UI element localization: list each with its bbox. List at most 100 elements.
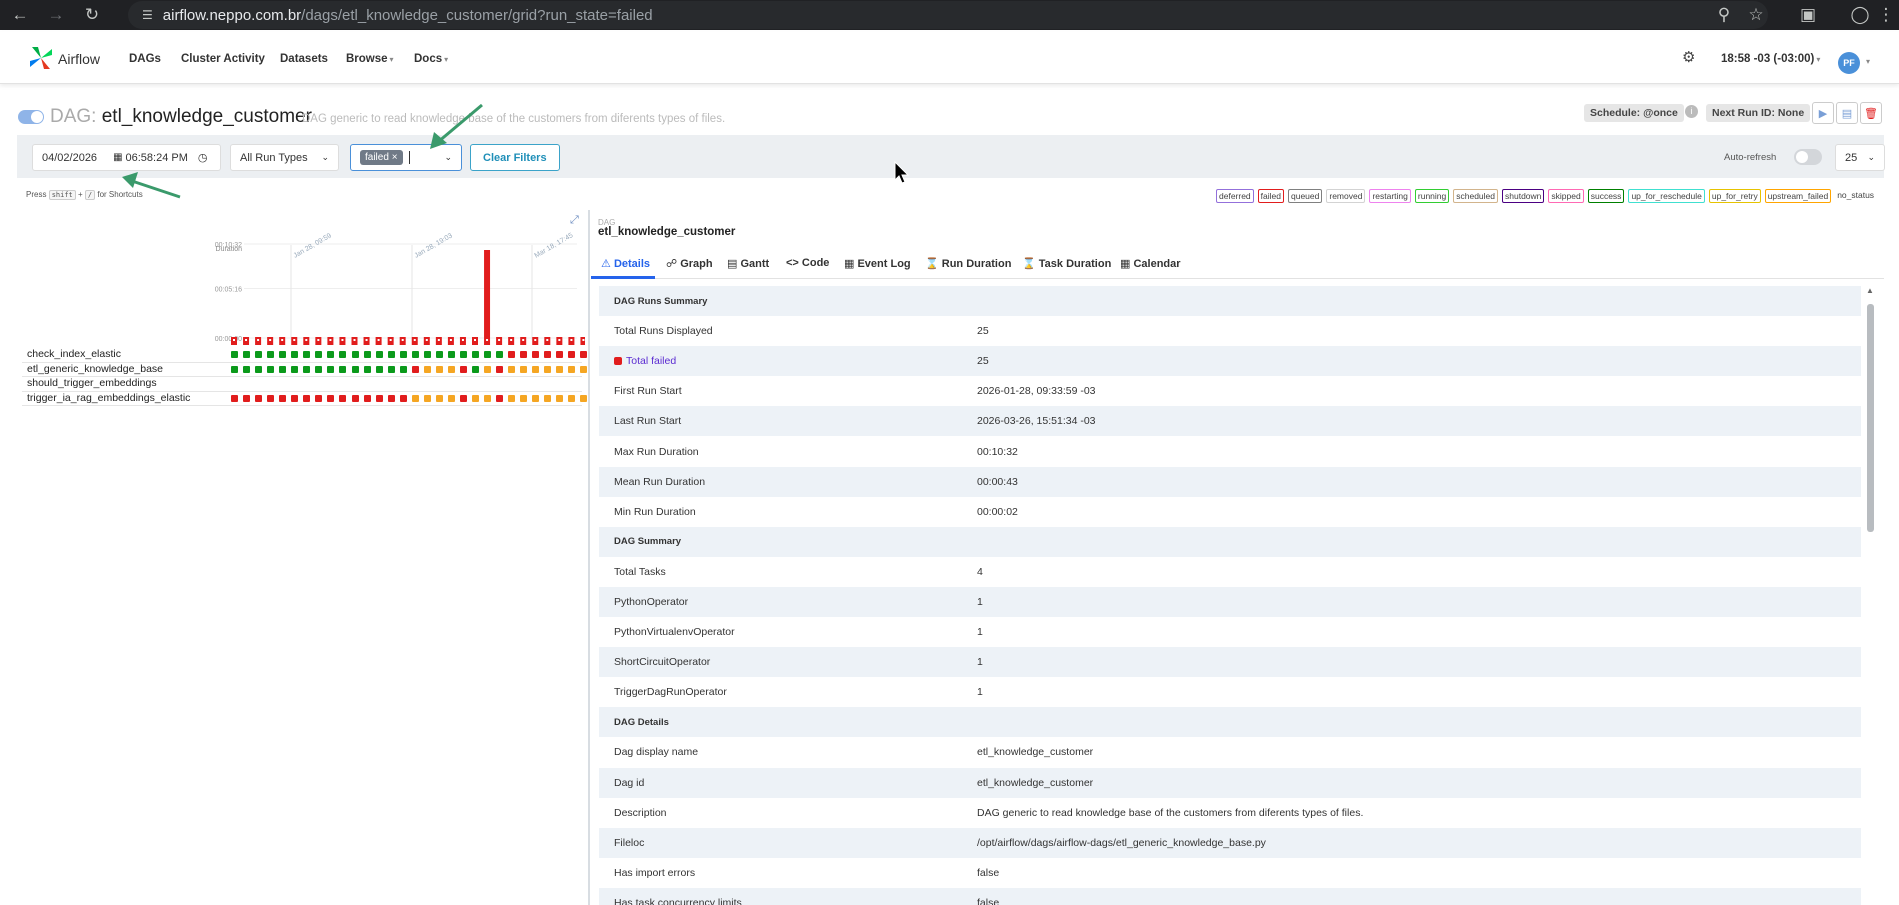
chevron-down-icon[interactable]: ▾ [1866,57,1870,66]
task-instance-upstream-failed[interactable] [423,365,431,373]
task-instance-upstream-failed[interactable] [532,365,540,373]
legend-failed[interactable]: failed [1257,189,1284,203]
task-instance-success[interactable] [231,351,238,358]
task-instance-success[interactable] [363,365,371,373]
menu-kebab-icon[interactable]: ⋮ [1872,1,1899,29]
task-instance-failed[interactable] [303,394,311,402]
task-instance-failed[interactable] [255,394,263,402]
task-instance-failed[interactable] [580,351,588,358]
calendar-icon[interactable]: ▦ [113,152,122,163]
avatar[interactable]: PF [1838,52,1860,74]
task-instance-upstream-failed[interactable] [568,365,576,373]
task-instance-success[interactable] [267,365,275,373]
task-instance-success[interactable] [375,365,383,373]
legend-up-for-retry[interactable]: up_for_retry [1708,189,1761,203]
task-instance-failed[interactable] [231,394,238,402]
task-instance-upstream-failed[interactable] [556,394,564,402]
task-instance-success[interactable] [339,351,347,358]
task-instance-upstream-failed[interactable] [532,394,540,402]
task-instance-success[interactable] [255,365,263,373]
task-instance-upstream-failed[interactable] [568,394,576,402]
tab-graph[interactable]: ☍ Graph [666,257,713,270]
task-instance-success[interactable] [387,365,395,373]
site-info-icon[interactable]: ☰ [142,8,153,22]
task-instance-success[interactable] [327,365,335,373]
nav-docs[interactable]: Docs ▾ [414,53,448,65]
scroll-up-icon[interactable]: ▲ [1866,286,1874,295]
panel-divider[interactable] [588,210,590,905]
task-instance-failed[interactable] [267,394,275,402]
legend-skipped[interactable]: skipped [1548,189,1584,203]
task-instance-failed[interactable] [508,351,516,358]
task-instance-success[interactable] [472,351,479,358]
delete-dag-button[interactable]: 🗑 [1860,102,1882,124]
task-instance-upstream-failed[interactable] [544,365,552,373]
task-instance-failed[interactable] [315,394,323,402]
task-instance-success[interactable] [279,351,287,358]
nav-browse[interactable]: Browse ▾ [346,53,394,65]
task-instance-success[interactable] [327,351,335,358]
legend-up-for-reschedule[interactable]: up_for_reschedule [1628,189,1705,203]
tab-run-duration[interactable]: ⌛ Run Duration [925,257,1011,270]
extensions-icon[interactable]: ▣ [1794,1,1822,29]
tab-gantt[interactable]: ▤ Gantt [727,257,769,270]
task-instance-upstream-failed[interactable] [580,365,588,373]
task-instance-success[interactable] [496,351,504,358]
task-instance-upstream-failed[interactable] [484,394,492,402]
task-instance-success[interactable] [375,351,383,358]
task-instance-success[interactable] [303,365,311,373]
task-instance-failed[interactable] [411,365,419,373]
state-chip[interactable]: failed × [360,150,403,165]
task-instance-success[interactable] [303,351,311,358]
task-instance-success[interactable] [243,351,251,358]
legend-removed[interactable]: removed [1326,189,1366,203]
info-icon[interactable]: i [1685,105,1698,118]
legend-success[interactable]: success [1587,189,1625,203]
clear-filters-button[interactable]: Clear Filters [470,144,560,171]
task-instance-upstream-failed[interactable] [508,365,516,373]
legend-running[interactable]: running [1414,189,1450,203]
scroll-thumb[interactable] [1867,304,1874,532]
legend-deferred[interactable]: deferred [1216,189,1254,203]
tab-code[interactable]: <> Code [786,257,829,269]
nav-dags[interactable]: DAGs [129,53,161,65]
task-instance-upstream-failed[interactable] [447,394,455,402]
task-instance-upstream-failed[interactable] [520,365,528,373]
task-instance-upstream-failed[interactable] [556,365,564,373]
tab-event-log[interactable]: ▦ Event Log [844,257,911,270]
close-icon[interactable]: × [392,152,398,163]
zoom-icon[interactable]: ⚲ [1710,1,1738,29]
task-instance-upstream-failed[interactable] [544,394,552,402]
run-duration-bar[interactable] [484,250,491,345]
address-bar[interactable]: ☰ airflow.neppo.com.br/dags/etl_knowledg… [128,1,1768,29]
task-instance-success[interactable] [231,365,238,373]
legend-restarting[interactable]: restarting [1369,189,1411,203]
task-instance-failed[interactable] [243,394,251,402]
task-instance-failed[interactable] [532,351,540,358]
task-instance-success[interactable] [279,365,287,373]
datetime-filter[interactable]: 04/02/2026 ▦ 06:58:24 PM ◷ [32,144,221,171]
run-state-select[interactable]: failed × ⌄ [350,144,462,171]
task-instance-failed[interactable] [363,394,371,402]
nav-cluster-activity[interactable]: Cluster Activity [181,53,265,65]
task-instance-failed[interactable] [496,394,504,402]
task-name-trigger-ia-rag-embeddings-elastic[interactable]: trigger_ia_rag_embeddings_elastic [27,392,190,404]
task-name-etl-generic-knowledge-base[interactable]: etl_generic_knowledge_base [27,363,163,375]
task-instance-success[interactable] [255,351,263,358]
task-instance-failed[interactable] [327,394,335,402]
nav-datasets[interactable]: Datasets [280,53,328,65]
task-instance-success[interactable] [351,351,359,358]
task-name-check-index-elastic[interactable]: check_index_elastic [27,348,121,360]
task-instance-success[interactable] [459,351,467,358]
back-icon[interactable]: ← [6,1,34,29]
task-instance-success[interactable] [315,351,323,358]
trigger-dag-button[interactable]: ▶ [1812,102,1834,124]
tab-calendar[interactable]: ▦ Calendar [1120,257,1181,270]
task-instance-success[interactable] [423,351,431,358]
task-instance-failed[interactable] [351,394,359,402]
task-instance-failed[interactable] [387,394,395,402]
reload-icon[interactable]: ↻ [78,1,106,29]
task-instance-success[interactable] [315,365,323,373]
task-instance-failed[interactable] [291,394,299,402]
task-instance-failed[interactable] [568,351,576,358]
